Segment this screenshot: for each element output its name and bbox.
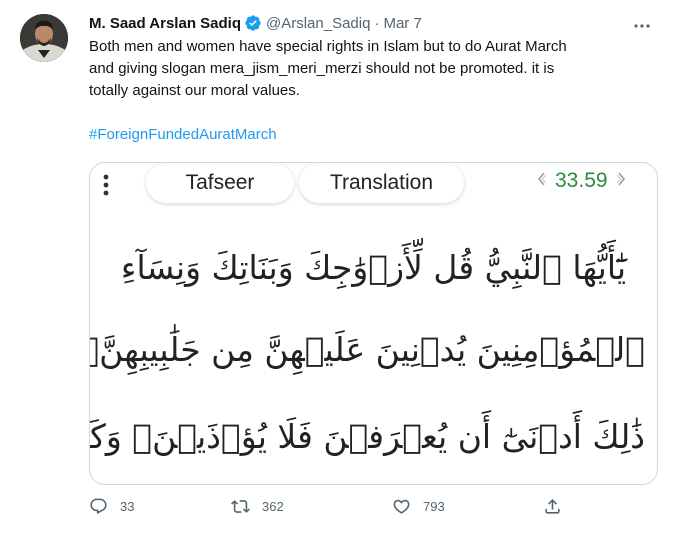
tweet-text-line: and giving slogan mera_jism_meri_merzi s… [89,60,555,77]
more-icon[interactable] [632,16,652,36]
verified-badge-icon [244,14,262,32]
reply-button[interactable]: 33 [89,497,134,516]
chevron-left-icon [536,171,548,192]
author-name[interactable]: M. Saad Arslan Sadiq [89,15,241,32]
tweet-text: Both men and women have special rights i… [89,36,649,102]
retweet-button[interactable]: 362 [231,497,284,516]
tweet-media-image[interactable]: Tafseer Translation 33.59 يَٰٓأَيُّهَا ٱ… [89,162,658,485]
verse-number: 33.59 [555,169,608,192]
arabic-verse-line: ذَٰلِكَ أَدۡنَىٰٓ أَن يُعۡرَفۡنَ فَلَا ي… [90,417,645,456]
arabic-verse-line: ٱلۡمُؤۡمِنِينَ يُدۡنِينَ عَلَيۡهِنَّ مِن… [89,330,645,369]
retweet-count: 362 [262,499,284,514]
tweet-content: M. Saad Arslan Sadiq @Arslan_Sadiq · Mar… [89,12,664,146]
share-button[interactable] [543,497,574,516]
tweet-date[interactable]: Mar 7 [383,15,421,32]
like-button[interactable]: 793 [392,497,445,516]
like-count: 793 [423,499,445,514]
tab-translation-label: Translation [329,171,434,194]
arabic-verse-line: يَٰٓأَيُّهَا ٱلنَّبِيُّ قُل لِّأَزۡوَٰجِ… [120,248,627,287]
chevron-right-icon [615,171,627,192]
share-icon [545,499,560,514]
separator: · [374,14,380,32]
tweet: M. Saad Arslan Sadiq @Arslan_Sadiq · Mar… [0,0,679,535]
hashtag-link[interactable]: #ForeignFundedAuratMarch [89,124,277,146]
avatar[interactable] [20,14,68,62]
tweet-actions: 33 362 793 [89,497,664,521]
tweet-text-line: totally against our moral values. [89,82,300,99]
like-icon [393,499,410,514]
reply-icon [90,498,107,515]
author-handle[interactable]: @Arslan_Sadiq [266,15,370,32]
tab-tafseer-label: Tafseer [185,171,255,194]
tab-translation: Translation [299,163,464,203]
retweet-icon [231,500,250,513]
kebab-menu-icon [102,173,110,199]
verse-navigator: 33.59 [536,169,627,193]
reply-count: 33 [120,499,135,514]
tweet-text-line: Both men and women have special rights i… [89,38,567,55]
tab-tafseer: Tafseer [146,163,294,203]
tweet-header: M. Saad Arslan Sadiq @Arslan_Sadiq · Mar… [89,12,664,34]
